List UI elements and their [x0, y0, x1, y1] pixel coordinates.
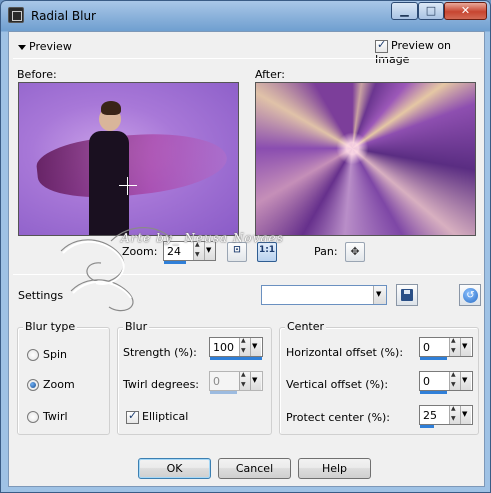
twirl-degrees-label: Twirl degrees:: [123, 378, 200, 391]
move-cross-icon: ✥: [350, 245, 360, 258]
horizontal-offset-label: Horizontal offset (%):: [286, 346, 404, 359]
horizontal-offset-bar: [420, 357, 447, 360]
vertical-dropdown-icon[interactable]: [460, 372, 471, 390]
zoom-spin-arrows-icon[interactable]: [193, 241, 204, 260]
strength-dropdown-icon[interactable]: [250, 338, 261, 356]
maximize-button[interactable]: □: [418, 2, 444, 20]
vertical-offset-spinbox[interactable]: 0: [419, 371, 473, 394]
minimize-button[interactable]: ▁: [391, 2, 418, 20]
radio-icon[interactable]: [27, 349, 39, 361]
vertical-offset-label: Vertical offset (%):: [286, 378, 389, 391]
actual-size-label: 1:1: [258, 245, 276, 255]
after-preview-image: [255, 82, 476, 236]
protect-center-spinbox[interactable]: 25: [419, 405, 473, 428]
before-preview-image[interactable]: [18, 82, 239, 236]
checkbox-checked-icon[interactable]: [126, 409, 139, 424]
zoom-label: Zoom:: [122, 245, 158, 258]
radio-twirl-label: Twirl: [43, 410, 68, 423]
blur-title: Blur: [123, 320, 150, 333]
protect-dropdown-icon[interactable]: [460, 406, 471, 424]
strength-spinbox[interactable]: 100: [209, 337, 263, 360]
elliptical-label: Elliptical: [142, 410, 189, 423]
after-label: After:: [255, 68, 285, 81]
elliptical-checkbox[interactable]: Elliptical: [126, 409, 189, 424]
strength-level-bar: [210, 357, 262, 360]
radio-twirl[interactable]: Twirl: [27, 410, 68, 423]
pan-label: Pan:: [314, 245, 338, 258]
title-bar[interactable]: Radial Blur ▁ □ ✕: [1, 1, 490, 31]
close-button[interactable]: ✕: [444, 2, 487, 20]
reset-icon: ↺: [463, 288, 478, 303]
before-label: Before:: [17, 68, 57, 81]
protect-center-value[interactable]: 25: [423, 409, 437, 422]
pan-button[interactable]: ✥: [345, 242, 365, 262]
center-title: Center: [285, 320, 327, 333]
radio-spin[interactable]: Spin: [27, 348, 67, 361]
fit-window-icon: ⊡: [233, 245, 241, 255]
help-button[interactable]: Help: [298, 458, 371, 479]
radio-zoom-label: Zoom: [43, 378, 75, 391]
vertical-offset-bar: [420, 391, 447, 394]
strength-label: Strength (%):: [123, 346, 197, 359]
save-preset-button[interactable]: [396, 284, 418, 306]
blur-type-title: Blur type: [23, 320, 78, 333]
ok-button[interactable]: OK: [138, 458, 211, 479]
zoom-level-bar: [164, 261, 186, 264]
protect-center-bar: [420, 425, 434, 428]
radio-spin-label: Spin: [43, 348, 67, 361]
preview-toggle-label: Preview: [29, 40, 72, 53]
twirl-level-bar: [210, 391, 237, 394]
twirl-spin-arrows-icon[interactable]: [239, 371, 250, 390]
zoom-spinbox[interactable]: 24: [163, 241, 216, 264]
preview-on-image-checkbox[interactable]: Preview on Image: [375, 38, 484, 66]
window-title: Radial Blur: [31, 9, 96, 23]
settings-label: Settings: [18, 289, 64, 302]
collapse-triangle-icon: [18, 44, 26, 50]
figure-hair: [101, 101, 121, 115]
strength-value[interactable]: 100: [213, 341, 234, 354]
protect-center-label: Protect center (%):: [286, 411, 391, 424]
vertical-spin-arrows-icon[interactable]: [449, 371, 460, 390]
radio-selected-icon[interactable]: [27, 379, 39, 391]
twirl-degrees-spinbox[interactable]: 0: [209, 371, 263, 394]
zoom-value[interactable]: 24: [167, 245, 181, 258]
horizontal-dropdown-icon[interactable]: [460, 338, 471, 356]
radio-zoom[interactable]: Zoom: [27, 378, 75, 391]
horizontal-spin-arrows-icon[interactable]: [449, 337, 460, 356]
preview-toggle[interactable]: Preview: [18, 40, 72, 53]
zoom-dropdown-icon[interactable]: [204, 242, 215, 260]
radial-blur-window: Radial Blur ▁ □ ✕ Preview Preview on Ima…: [0, 0, 491, 493]
actual-size-button[interactable]: 1:1: [257, 242, 277, 262]
divider: [13, 58, 481, 59]
twirl-dropdown-icon[interactable]: [250, 372, 261, 390]
twirl-degrees-value[interactable]: 0: [213, 375, 220, 388]
reset-button[interactable]: ↺: [459, 284, 481, 306]
cancel-button[interactable]: Cancel: [218, 458, 291, 479]
radio-icon[interactable]: [27, 411, 39, 423]
center-crosshair-icon[interactable]: [119, 177, 137, 195]
dialog-client-area: Preview Preview on Image Before: After: …: [8, 31, 485, 487]
settings-preset-combo[interactable]: [261, 285, 387, 305]
horizontal-offset-spinbox[interactable]: 0: [419, 337, 473, 360]
chevron-down-icon[interactable]: [373, 286, 386, 304]
horizontal-offset-value[interactable]: 0: [423, 341, 430, 354]
protect-spin-arrows-icon[interactable]: [449, 405, 460, 424]
fit-window-button[interactable]: ⊡: [227, 242, 247, 262]
divider: [13, 274, 481, 275]
strength-spin-arrows-icon[interactable]: [239, 337, 250, 356]
vertical-offset-value[interactable]: 0: [423, 375, 430, 388]
checkbox-checked-icon[interactable]: [375, 38, 388, 53]
save-disk-icon: [401, 289, 413, 301]
app-icon: [8, 7, 24, 23]
